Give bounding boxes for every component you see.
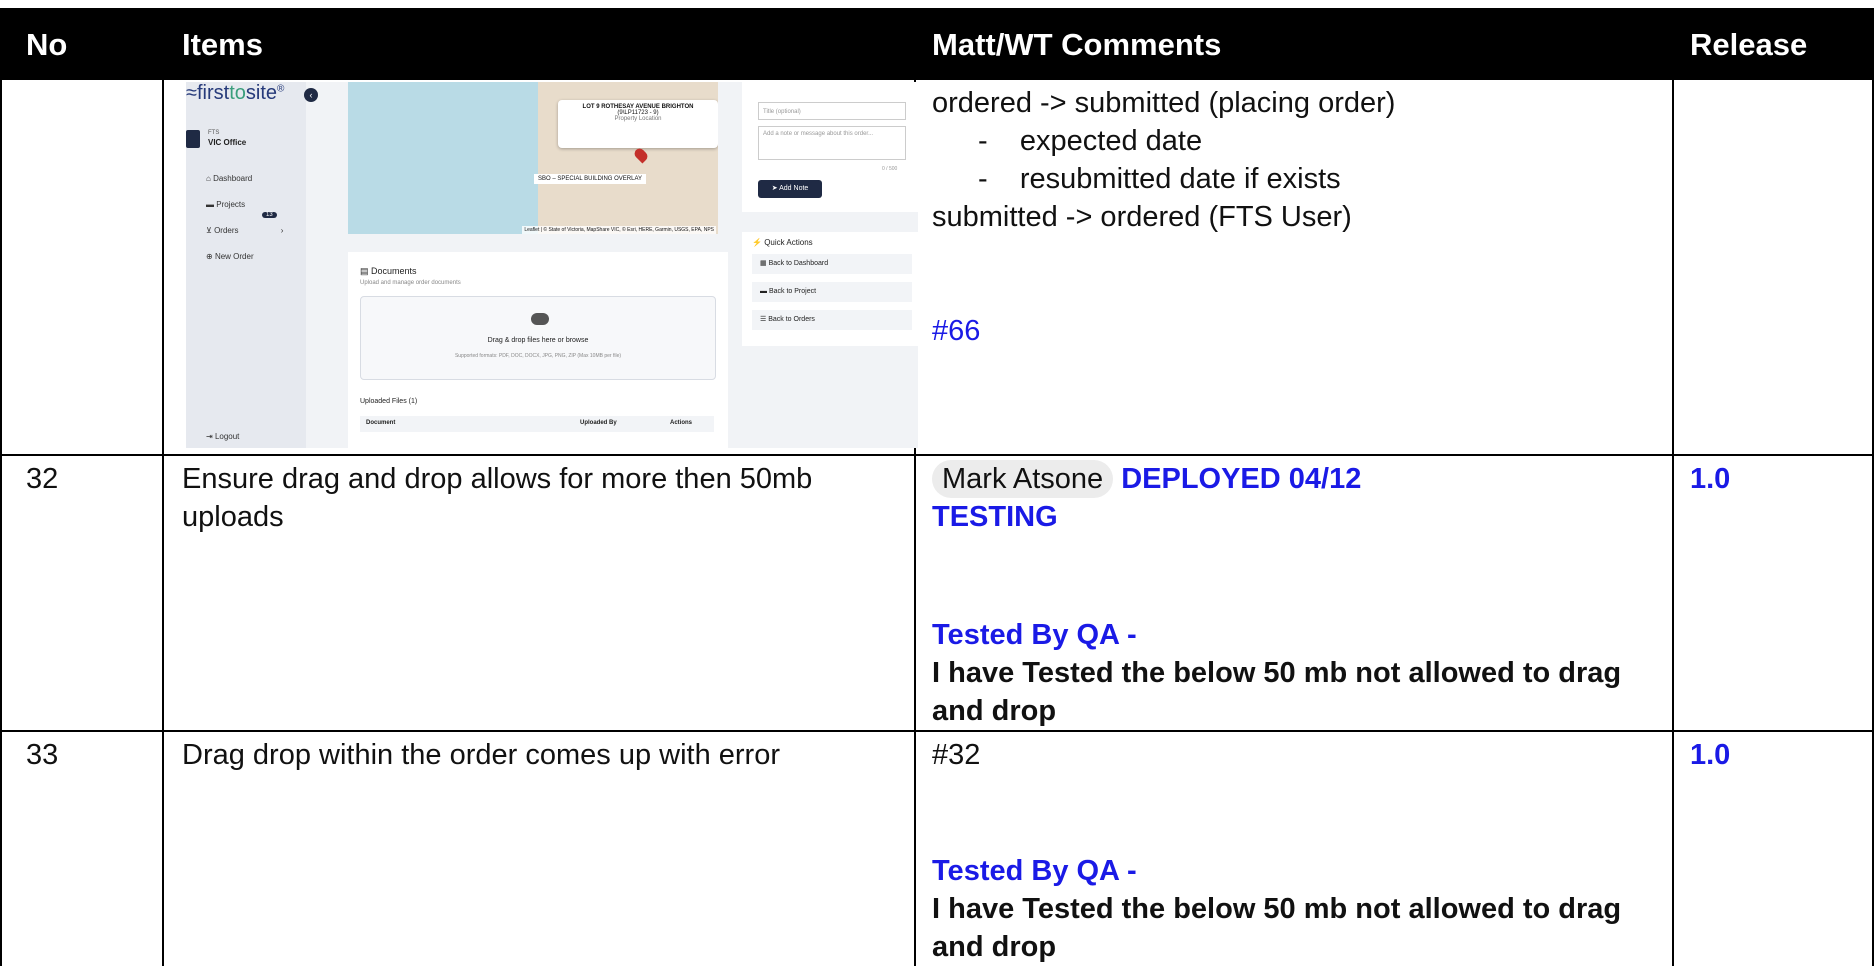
header-no: No xyxy=(26,27,68,62)
sidebar-item-logout: ⇥ Logout xyxy=(206,432,240,441)
status-bullet-2: - resubmitted date if exists xyxy=(978,163,1341,195)
documents-panel: ▤ Documents Upload and manage order docu… xyxy=(348,252,728,448)
grid-line xyxy=(0,80,2,966)
back-to-orders-button: ☰ Back to Orders xyxy=(752,310,912,330)
qa-label: Tested By QA - xyxy=(932,855,1137,887)
header-items: Items xyxy=(182,27,263,62)
uploaded-files-label: Uploaded Files (1) xyxy=(360,398,418,405)
app-logo: ≈firsttosite® xyxy=(186,82,285,104)
quick-actions-title: ⚡ Quick Actions xyxy=(752,238,813,247)
mention-chip[interactable]: Mark Atsone xyxy=(932,460,1114,498)
uploaded-files-header: Document Uploaded By Actions xyxy=(360,416,714,432)
documents-title: ▤ Documents xyxy=(360,266,417,276)
collapse-icon: ‹ xyxy=(304,88,318,102)
embedded-screenshot: ≈firsttosite® FTS VIC Office ⌂ Dashboard… xyxy=(186,82,918,448)
building-icon xyxy=(186,130,200,148)
row-number: 32 xyxy=(26,463,59,495)
map-view: LOT 9 ROTHESAY AVENUE BRIGHTON (9\LP1172… xyxy=(348,82,718,234)
notes-panel: Title (optional) Add a note or message a… xyxy=(742,82,918,212)
status-badge: TESTING xyxy=(932,501,1058,533)
documents-subtitle: Upload and manage order documents xyxy=(360,280,461,286)
back-to-dashboard-button: ▦ Back to Dashboard xyxy=(752,254,912,274)
row-reference: #32 xyxy=(932,739,981,771)
note-counter: 0 / 500 xyxy=(882,166,898,172)
row-item: Ensure drag and drop allows for more the… xyxy=(182,463,813,533)
header-release: Release xyxy=(1690,27,1808,62)
map-pin-icon xyxy=(632,146,650,164)
sidebar-item-new-order: ⊕ New Order xyxy=(206,252,254,261)
grid-line xyxy=(0,454,1874,456)
status-badge: DEPLOYED 04/12 xyxy=(1121,463,1362,495)
row-item: Drag drop within the order comes up with… xyxy=(182,739,780,771)
header-comments: Matt/WT Comments xyxy=(932,27,1222,62)
row-number: 33 xyxy=(26,739,59,771)
add-note-button: ➤ Add Note xyxy=(758,180,822,198)
row-comment: Mark Atsone DEPLOYED 04/12 TESTING xyxy=(932,460,1652,536)
map-popup: LOT 9 ROTHESAY AVENUE BRIGHTON (9\LP1172… xyxy=(558,100,718,148)
grid-line xyxy=(0,730,1874,732)
qa-note: I have Tested the below 50 mb not allowe… xyxy=(932,893,1622,963)
note-message-input: Add a note or message about this order..… xyxy=(758,126,906,160)
release-version: 1.0 xyxy=(1690,463,1731,495)
sidebar-item-projects: ▬ Projects13 xyxy=(206,200,306,218)
map-attribution: Leaflet | © State of Victoria, MapShare … xyxy=(522,226,716,234)
issue-link[interactable]: #66 xyxy=(932,312,980,350)
overlay-tag: SBO – SPECIAL BUILDING OVERLAY xyxy=(534,174,647,184)
back-to-project-button: ▬ Back to Project xyxy=(752,282,912,302)
upload-cloud-icon xyxy=(531,313,549,325)
office-selector: FTS VIC Office xyxy=(186,130,286,150)
grid-line xyxy=(1672,80,1674,966)
sidebar-item-dashboard: ⌂ Dashboard xyxy=(206,174,253,183)
quick-actions-panel: ⚡ Quick Actions ▦ Back to Dashboard ▬ Ba… xyxy=(742,232,918,346)
qa-label: Tested By QA - xyxy=(932,619,1137,651)
status-transition-2: submitted -> ordered (FTS User) xyxy=(932,201,1352,233)
qa-note: I have Tested the below 50 mb not allowe… xyxy=(932,657,1622,727)
map-water xyxy=(348,82,538,234)
grid-line xyxy=(162,80,164,966)
drop-zone: Drag & drop files here or browse Support… xyxy=(360,296,716,380)
app-sidebar: ≈firsttosite® FTS VIC Office ⌂ Dashboard… xyxy=(186,82,306,448)
table-header: No Items Matt/WT Comments Release xyxy=(0,8,1874,80)
sidebar-item-orders: ⊻ Orders › xyxy=(206,226,284,235)
note-title-input: Title (optional) xyxy=(758,102,906,120)
status-transition-1: ordered -> submitted (placing order) xyxy=(932,87,1396,119)
release-version: 1.0 xyxy=(1690,739,1731,771)
status-bullet-1: - expected date xyxy=(978,125,1203,157)
